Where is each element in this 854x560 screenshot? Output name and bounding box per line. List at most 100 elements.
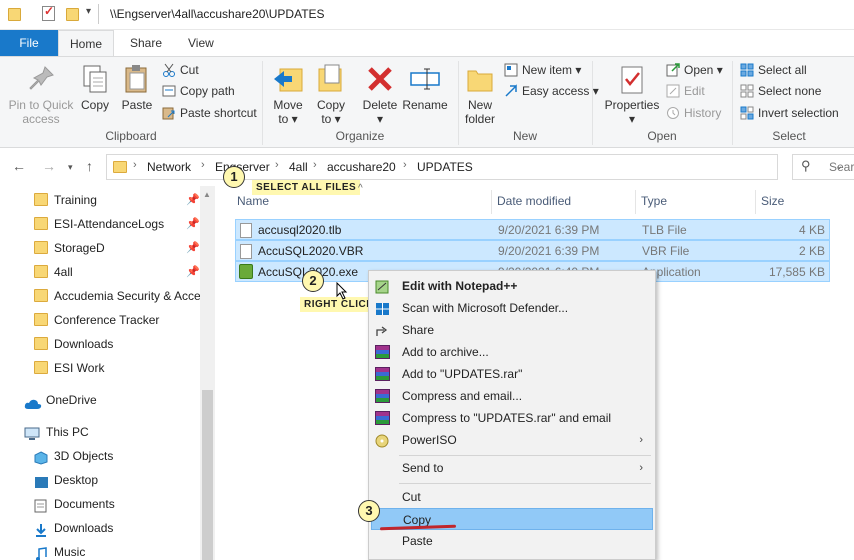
file-type: VBR File: [642, 244, 690, 258]
menu-item-paste[interactable]: Paste: [371, 530, 653, 552]
menu-item-poweriso[interactable]: PowerISO ›: [371, 429, 653, 451]
breadcrumb-4all[interactable]: 4all: [289, 160, 308, 174]
sidebar-item-esi-work[interactable]: ESI Work: [0, 356, 200, 380]
menu-item-add-to-updates-rar[interactable]: Add to "UPDATES.rar": [371, 363, 653, 385]
delete-dropdown-icon[interactable]: ▾: [360, 112, 400, 126]
sidebar-item-documents[interactable]: Documents: [0, 492, 200, 516]
sidebar-item-downloads[interactable]: Downloads: [0, 332, 200, 356]
navigation-pane: Training 📌 ESI-AttendanceLogs 📌 StorageD…: [0, 186, 215, 560]
edit-icon: [666, 84, 680, 98]
menu-item-add-to-archive[interactable]: Add to archive...: [371, 341, 653, 363]
move-to-button[interactable]: Move to ▾: [268, 61, 308, 126]
sidebar-item-3d-objects[interactable]: 3D Objects: [0, 444, 200, 468]
menu-item-cut[interactable]: Cut: [371, 486, 653, 508]
tab-file[interactable]: File: [0, 30, 58, 56]
sidebar-item-esi-attendancelogs[interactable]: ESI-AttendanceLogs 📌: [0, 212, 200, 236]
menu-item-send-to[interactable]: Send to ›: [371, 457, 653, 479]
sidebar-item-music[interactable]: Music: [0, 540, 200, 560]
folder-icon: [34, 241, 48, 254]
submenu-arrow-icon: ›: [639, 434, 643, 446]
properties-dropdown-icon[interactable]: ▾: [602, 112, 662, 126]
table-row[interactable]: AccuSQL2020.VBR 9/20/2021 6:39 PM VBR Fi…: [235, 240, 830, 261]
column-header-date-modified[interactable]: Date modified: [497, 194, 571, 208]
pin-to-quick-access-button[interactable]: Pin to Quick access: [6, 61, 76, 126]
new-folder-quick-icon[interactable]: [66, 8, 79, 21]
column-separator[interactable]: [635, 190, 636, 214]
menu-item-edit-notepadpp[interactable]: Edit with Notepad++: [371, 275, 653, 297]
breadcrumb-separator[interactable]: ›: [201, 159, 205, 171]
forward-arrow-icon[interactable]: →: [42, 158, 56, 174]
copy-path-button[interactable]: Copy path: [162, 81, 235, 101]
easy-access-button[interactable]: Easy access ▾: [504, 81, 599, 101]
copy-to-icon: [315, 63, 347, 95]
customize-quick-access-icon[interactable]: ▾: [86, 6, 91, 17]
menu-item-compress-email[interactable]: Compress and email...: [371, 385, 653, 407]
scissors-icon: [162, 63, 176, 77]
breadcrumb-separator[interactable]: ›: [403, 159, 407, 171]
column-separator[interactable]: [491, 190, 492, 214]
sidebar-item-this-pc[interactable]: This PC: [0, 420, 200, 444]
file-size: 17,585 KB: [768, 265, 825, 279]
breadcrumb-network[interactable]: Network: [147, 160, 191, 174]
delete-button[interactable]: Delete ▾: [360, 61, 400, 126]
back-arrow-icon[interactable]: ←: [12, 158, 26, 174]
sidebar-scrollbar-thumb[interactable]: [202, 390, 213, 560]
copy-button[interactable]: Copy: [78, 61, 112, 112]
properties-quick-icon[interactable]: [42, 4, 55, 21]
breadcrumb-accushare20[interactable]: accushare20: [327, 160, 396, 174]
cut-button[interactable]: Cut: [162, 60, 199, 80]
sidebar-item-onedrive[interactable]: OneDrive: [0, 388, 200, 412]
edit-label: Edit: [684, 84, 705, 98]
menu-separator: [399, 483, 651, 484]
rename-button[interactable]: Rename: [402, 61, 448, 112]
breadcrumb-separator[interactable]: ›: [313, 159, 317, 171]
pin-label-line1: Pin to Quick: [8, 98, 74, 112]
tab-view[interactable]: View: [176, 30, 226, 56]
select-none-button[interactable]: Select none: [740, 81, 821, 101]
new-item-button[interactable]: New item ▾: [504, 60, 581, 80]
address-bar[interactable]: › Network › Engserver › 4all › accushare…: [106, 154, 843, 180]
tab-share[interactable]: Share: [118, 30, 174, 56]
menu-item-share[interactable]: Share: [371, 319, 653, 341]
select-all-button[interactable]: Select all: [740, 60, 807, 80]
sidebar-item-accudemia[interactable]: Accudemia Security & Access: [0, 284, 200, 308]
menu-item-scan-defender[interactable]: Scan with Microsoft Defender...: [371, 297, 653, 319]
column-header-name[interactable]: Name: [237, 194, 269, 208]
history-button[interactable]: History: [666, 103, 721, 123]
open-button[interactable]: Open ▾: [666, 60, 723, 80]
paste-shortcut-button[interactable]: Paste shortcut: [162, 103, 257, 123]
sidebar-item-training[interactable]: Training 📌: [0, 188, 200, 212]
group-clipboard-label: Clipboard: [105, 129, 157, 143]
sidebar-item-downloads-pc[interactable]: Downloads: [0, 516, 200, 540]
sidebar-item-storaged[interactable]: StorageD 📌: [0, 236, 200, 260]
column-separator[interactable]: [755, 190, 756, 214]
up-arrow-icon[interactable]: ↑: [86, 158, 93, 174]
copy-to-button[interactable]: Copy to ▾: [312, 61, 350, 126]
new-folder-label-2: folder: [464, 112, 496, 126]
cloud-icon: [24, 394, 42, 409]
column-header-size[interactable]: Size: [761, 194, 784, 208]
select-none-label: Select none: [758, 84, 822, 98]
ribbon-tabs: File Home Share View: [0, 30, 854, 56]
paste-button[interactable]: Paste: [118, 61, 156, 112]
sidebar-item-4all[interactable]: 4all 📌: [0, 260, 200, 284]
recent-locations-chevron-icon[interactable]: ▾: [68, 162, 73, 173]
copy-icon: [79, 63, 111, 95]
menu-item-compress-to-rar-email[interactable]: Compress to "UPDATES.rar" and email: [371, 407, 653, 429]
column-header-type[interactable]: Type: [641, 194, 667, 208]
new-folder-button[interactable]: New folder: [462, 61, 498, 126]
new-item-label: New item: [522, 63, 573, 77]
sidebar-item-desktop[interactable]: Desktop: [0, 468, 200, 492]
folder-icon: [34, 265, 48, 278]
search-box[interactable]: ⚲ Search: [792, 154, 854, 180]
scroll-up-icon[interactable]: ▲: [203, 190, 211, 199]
tab-home[interactable]: Home: [58, 30, 114, 56]
breadcrumb-updates[interactable]: UPDATES: [417, 160, 473, 174]
sidebar-item-conference-tracker[interactable]: Conference Tracker: [0, 308, 200, 332]
invert-selection-button[interactable]: Invert selection: [740, 103, 839, 123]
properties-button[interactable]: Properties ▾: [602, 61, 662, 126]
breadcrumb-separator[interactable]: ›: [275, 159, 279, 171]
edit-button[interactable]: Edit: [666, 81, 705, 101]
table-row[interactable]: accusql2020.tlb 9/20/2021 6:39 PM TLB Fi…: [235, 219, 830, 240]
sidebar-item-label: Music: [54, 545, 86, 559]
